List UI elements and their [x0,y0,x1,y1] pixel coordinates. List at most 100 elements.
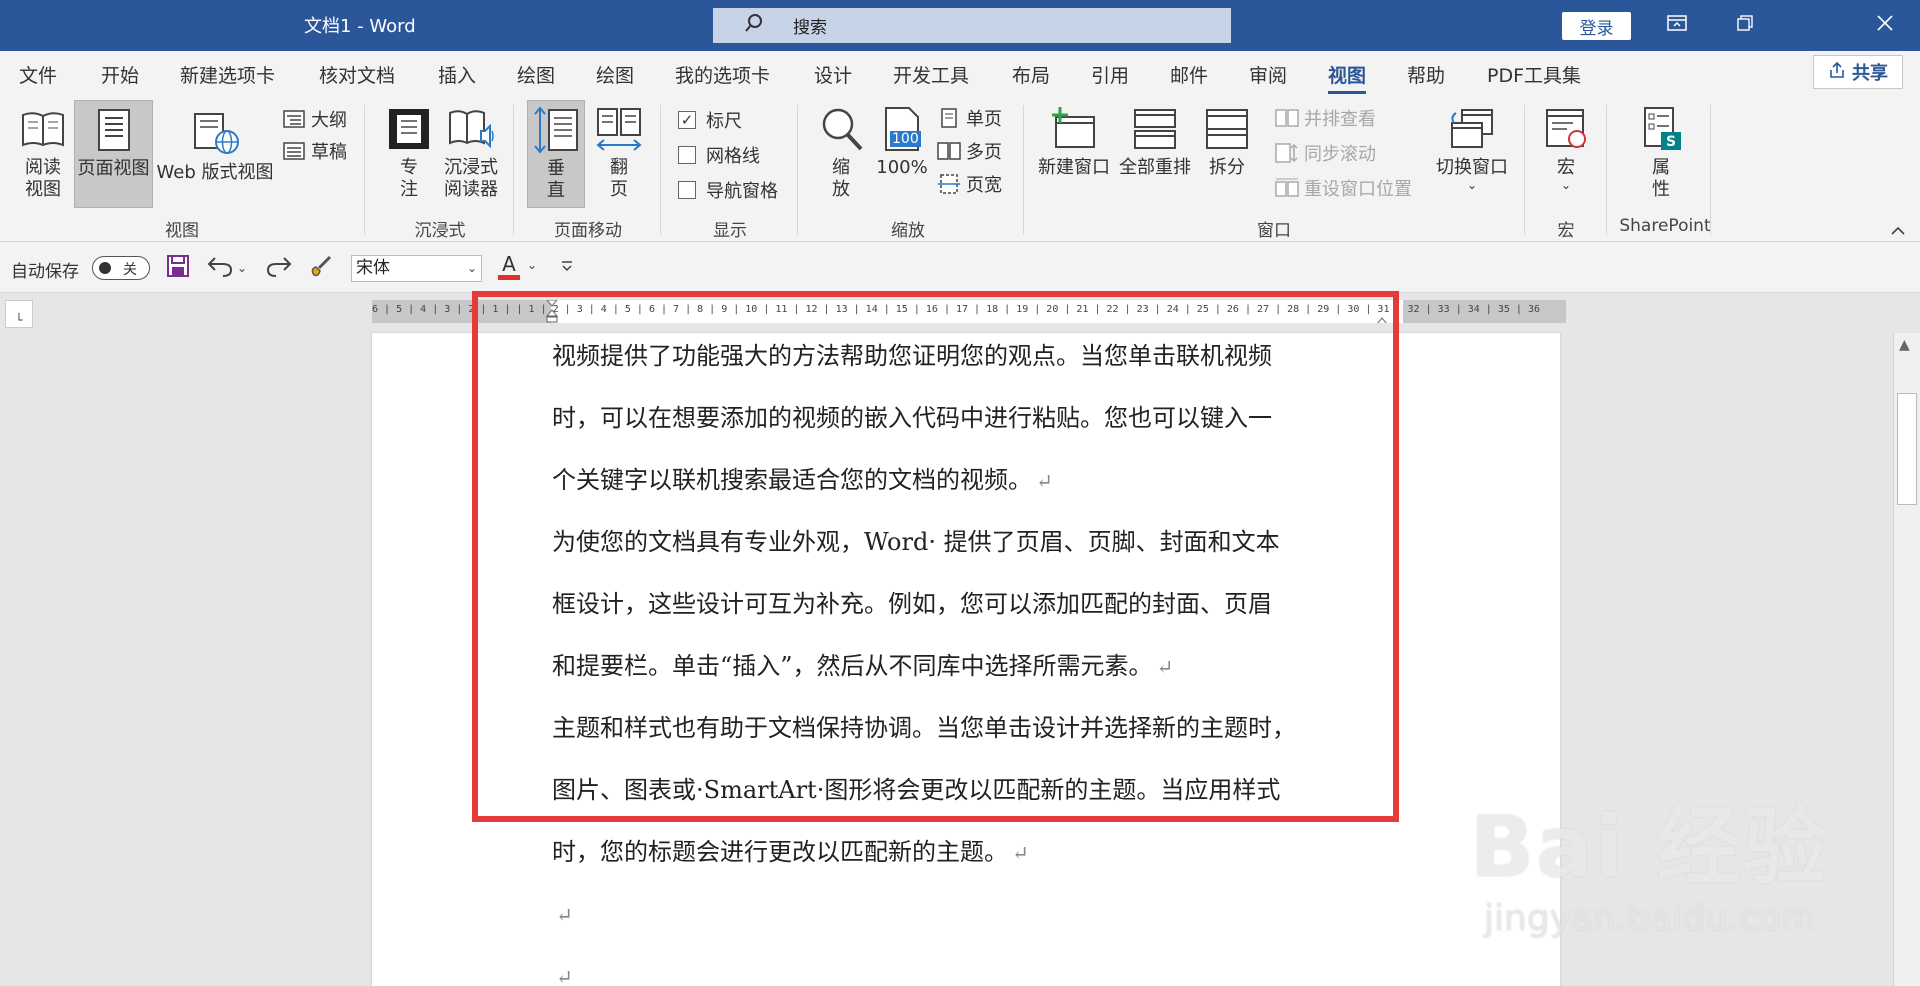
tab-review-doc[interactable]: 核对文档 [319,61,395,88]
tab-insert[interactable]: 插入 [438,61,476,88]
tab-home[interactable]: 开始 [101,61,139,88]
gridlines-checkbox[interactable]: 网格线 [678,142,760,168]
collapse-ribbon-icon[interactable] [1890,221,1906,240]
tab-file[interactable]: 文件 [19,61,57,88]
document-line[interactable]: 和提要栏。单击“插入”，然后从不同库中选择所需元素。 ↵ [552,635,1412,697]
new-window-button[interactable]: 新建窗口 [1036,105,1112,179]
switch-windows-label: 切换窗口 [1436,157,1508,178]
right-indent-marker-icon[interactable] [1376,310,1388,323]
close-button[interactable] [1862,8,1908,42]
minimize-button[interactable] [1722,8,1768,42]
tab-view[interactable]: 视图 [1328,61,1367,94]
multi-page-button[interactable]: 多页 [936,138,1002,164]
document-line[interactable]: ↵ [552,883,1412,945]
new-window-icon [1050,105,1098,153]
macros-button[interactable]: 宏 ⌄ [1540,105,1592,191]
ribbon-display-options-button[interactable] [1654,8,1700,42]
web-layout-button[interactable]: Web 版式视图 [156,110,274,184]
vertical-scroll-label: 垂 直 [547,158,565,201]
ruler-checkbox-label: 标尺 [706,111,742,132]
tab-developer[interactable]: 开发工具 [893,61,969,88]
document-body[interactable]: 视频提供了功能强大的方法帮助您证明您的观点。当您单击联机视频时，可以在想要添加的… [552,333,1412,986]
nav-pane-checkbox-label: 导航窗格 [706,181,778,202]
reset-window-position-button[interactable]: 重设窗口位置 [1274,175,1412,201]
autosave-toggle[interactable]: 关 [92,256,150,280]
document-line[interactable]: 时，您的标题会进行更改以匹配新的主题。 ↵ [552,821,1412,883]
horizontal-ruler[interactable]: 6 | 5 | 4 | 3 | 2 | 1 | | 1 | 2 | 3 | 4 … [372,300,1566,323]
watermark: Bai 经验 jingyan.baidu.com [1470,760,1910,960]
font-color-button[interactable]: A [498,254,520,282]
search-icon [743,12,769,39]
draft-label: 草稿 [311,142,347,163]
split-label: 拆分 [1209,157,1245,178]
switch-windows-button[interactable]: 切换窗口 ⌄ [1432,105,1512,191]
tab-draw-2[interactable]: 绘图 [596,61,634,88]
vertical-scroll-button[interactable]: 垂 直 [527,100,585,208]
tab-my-tab[interactable]: 我的选项卡 [675,61,770,88]
page-width-button-2[interactable]: 页宽 [936,171,1002,197]
indent-marker-icon[interactable] [545,300,559,323]
document-line[interactable]: 视频提供了功能强大的方法帮助您证明您的观点。当您单击联机视频 [552,333,1412,387]
outline-button[interactable]: 大纲 [281,106,347,132]
share-icon [1828,61,1846,84]
properties-label: 属 性 [1652,157,1670,200]
read-mode-button[interactable]: 阅读 视图 [13,105,73,201]
document-line[interactable]: 框设计，这些设计可互为补充。例如，您可以添加匹配的封面、页眉 [552,573,1412,635]
document-page[interactable]: 视频提供了功能强大的方法帮助您证明您的观点。当您单击联机视频时，可以在想要添加的… [372,333,1560,986]
draft-button[interactable]: 草稿 [281,138,347,164]
customize-toolbar-icon[interactable] [560,258,574,277]
svg-text:S: S [1666,134,1676,150]
zoom-100-button[interactable]: 100 100% [873,105,931,179]
focus-label: 专 注 [400,157,418,200]
sync-scroll-button[interactable]: 同步滚动 [1274,140,1376,166]
chevron-down-icon: ⌄ [1466,178,1478,192]
tab-draw-1[interactable]: 绘图 [517,61,555,88]
watermark-brand: Bai 经验 [1470,798,1829,896]
tab-selector[interactable]: └ [5,300,33,328]
document-line[interactable]: 主题和样式也有助于文档保持协调。当您单击设计并选择新的主题时， [552,697,1412,759]
chevron-down-icon[interactable]: ⌄ [527,258,537,272]
paragraph-mark: ↵ [1012,841,1029,865]
document-line[interactable]: ↵ [552,945,1412,986]
tab-mailings[interactable]: 邮件 [1170,61,1208,88]
tab-pdf-tools[interactable]: PDF工具集 [1487,61,1581,88]
side-to-side-button[interactable]: 翻 页 [591,105,647,201]
document-line[interactable]: 时，可以在想要添加的视频的嵌入代码中进行粘贴。您也可以键入一 [552,387,1412,449]
nav-pane-checkbox[interactable]: 导航窗格 [678,177,778,203]
search-placeholder: 搜索 [793,18,827,38]
scrollbar-thumb[interactable] [1897,393,1917,505]
tab-help[interactable]: 帮助 [1407,61,1445,88]
save-button[interactable] [166,254,190,282]
arrange-all-button[interactable]: 全部重排 [1117,105,1193,179]
redo-button[interactable] [266,254,292,282]
paintbrush-icon [308,253,334,284]
ruler-checkbox[interactable]: ✓ 标尺 [678,107,742,133]
tab-design[interactable]: 设计 [814,61,852,88]
login-button[interactable]: 登录 [1562,12,1631,40]
one-page-button[interactable]: 单页 [936,105,1002,131]
properties-button[interactable]: S 属 性 [1634,105,1688,201]
immersive-reader-button[interactable]: 沉浸式 阅读器 [440,105,502,201]
search-box[interactable]: 搜索 [713,8,1231,43]
tab-layout[interactable]: 布局 [1012,61,1050,88]
font-name-select[interactable]: 宋体 ⌄ [351,255,482,282]
side-by-side-button[interactable]: 并排查看 [1274,105,1376,131]
print-layout-button[interactable]: 页面视图 [74,100,153,208]
undo-button[interactable]: ⌄ [207,254,247,282]
document-line[interactable]: 为使您的文档具有专业外观，Word· 提供了页眉、页脚、封面和文本 [552,511,1412,573]
focus-button[interactable]: 专 注 [382,105,436,201]
share-button[interactable]: 共享 [1813,55,1903,89]
document-line[interactable]: 图片、图表或·SmartArt·图形将会更改以匹配新的主题。当应用样式 [552,759,1412,821]
tab-new-tab[interactable]: 新建选项卡 [180,61,275,88]
tab-review[interactable]: 审阅 [1249,61,1287,88]
new-window-label: 新建窗口 [1038,157,1110,178]
zoom-button[interactable]: 缩 放 [812,105,870,201]
document-line[interactable]: 个关键字以联机搜索最适合您的文档的视频。 ↵ [552,449,1412,511]
document-line-text: 和提要栏。单击“插入”，然后从不同库中选择所需元素。 [552,652,1153,680]
tab-references[interactable]: 引用 [1091,61,1129,88]
document-line-text: 视频提供了功能强大的方法帮助您证明您的观点。当您单击联机视频 [552,342,1272,370]
outline-icon [281,110,307,128]
scroll-up-icon[interactable]: ▲ [1899,337,1910,353]
split-button[interactable]: 拆分 [1198,105,1256,179]
format-painter-button[interactable] [308,254,334,282]
